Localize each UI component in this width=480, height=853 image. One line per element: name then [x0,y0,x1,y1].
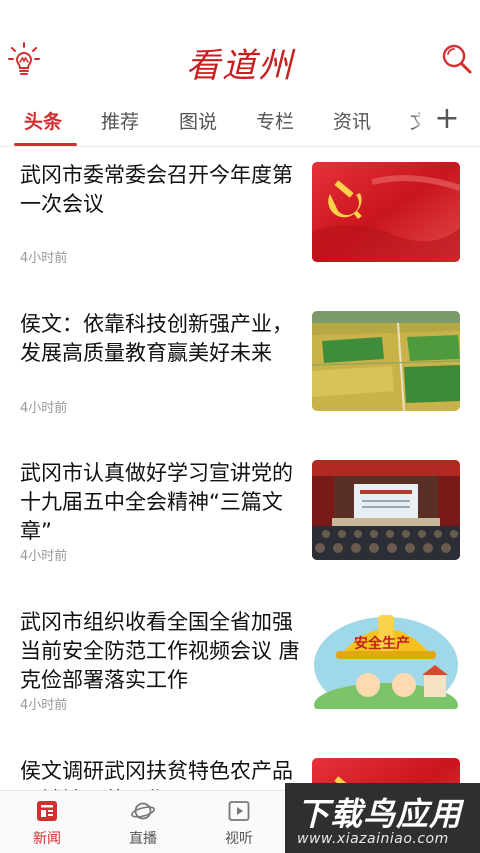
nav-audio-video-label: 视听 [225,831,253,847]
article-item[interactable]: 武冈市认真做好学习宣讲党的十九届五中全会精神“三篇文章” 4小时前 [0,445,480,594]
nav-live[interactable]: 直播 [108,791,178,853]
news-feed: 武冈市委常委会召开今年度第一次会议 4小时前 侯文：依靠科技创新强产业，发展高质… [0,147,480,790]
add-channel-button[interactable]: + [430,99,464,139]
nav-news-label: 新闻 [33,831,61,847]
conference-hall-image [312,460,460,560]
lightbulb-icon[interactable] [8,42,40,78]
article-title: 侯文：依靠科技创新强产业，发展高质量教育赢美好未来 [20,312,293,365]
farmland-aerial-image [312,311,460,411]
active-tab-indicator [14,143,77,146]
play-icon [227,799,251,823]
nav-live-label: 直播 [129,831,157,847]
article-title: 侯文调研武冈扶贫特色农产品展销馆运营工作 [20,759,293,790]
article-item[interactable]: 武冈市组织收看全国全省加强当前安全防范工作视频会议 唐克俭部署落实工作 4小时前… [0,594,480,743]
nav-news[interactable]: 新闻 [12,791,82,853]
tab-headlines[interactable]: 头条 [24,107,62,134]
article-time: 4小时前 [20,401,68,416]
search-icon[interactable] [440,42,474,76]
app-logo: 看道州 [186,46,294,86]
news-icon [35,799,59,823]
tab-picture-story[interactable]: 图说 [179,107,217,134]
watermark: 下载鸟应用 www.xiazainiao.com [285,783,480,853]
article-time: 4小时前 [20,698,68,713]
tab-column[interactable]: 专栏 [256,107,294,134]
party-flag-image [312,162,460,262]
tab-fade [412,95,426,145]
article-title: 武冈市认真做好学习宣讲党的十九届五中全会精神“三篇文章” [20,461,293,543]
safety-production-image: 安全生产 [312,609,460,709]
article-item[interactable]: 武冈市委常委会召开今年度第一次会议 4小时前 [0,147,480,296]
nav-audio-video[interactable]: 视听 [204,791,274,853]
article-time: 4小时前 [20,251,68,266]
article-time: 4小时前 [20,549,68,564]
tab-news[interactable]: 资讯 [333,107,371,134]
article-item[interactable]: 侯文：依靠科技创新强产业，发展高质量教育赢美好未来 4小时前 [0,296,480,445]
app-header: 看道州 [0,0,480,95]
safety-text: 安全生产 [354,636,410,652]
channel-tabs: 头条 推荐 图说 专栏 资讯 文 + [0,95,480,147]
watermark-url: www.xiazainiao.com [297,831,449,847]
watermark-title: 下载鸟应用 [297,795,463,833]
planet-icon [131,799,155,823]
article-title: 武冈市组织收看全国全省加强当前安全防范工作视频会议 唐克俭部署落实工作 [20,610,300,692]
tab-recommend[interactable]: 推荐 [101,107,139,134]
article-title: 武冈市委常委会召开今年度第一次会议 [20,163,293,216]
